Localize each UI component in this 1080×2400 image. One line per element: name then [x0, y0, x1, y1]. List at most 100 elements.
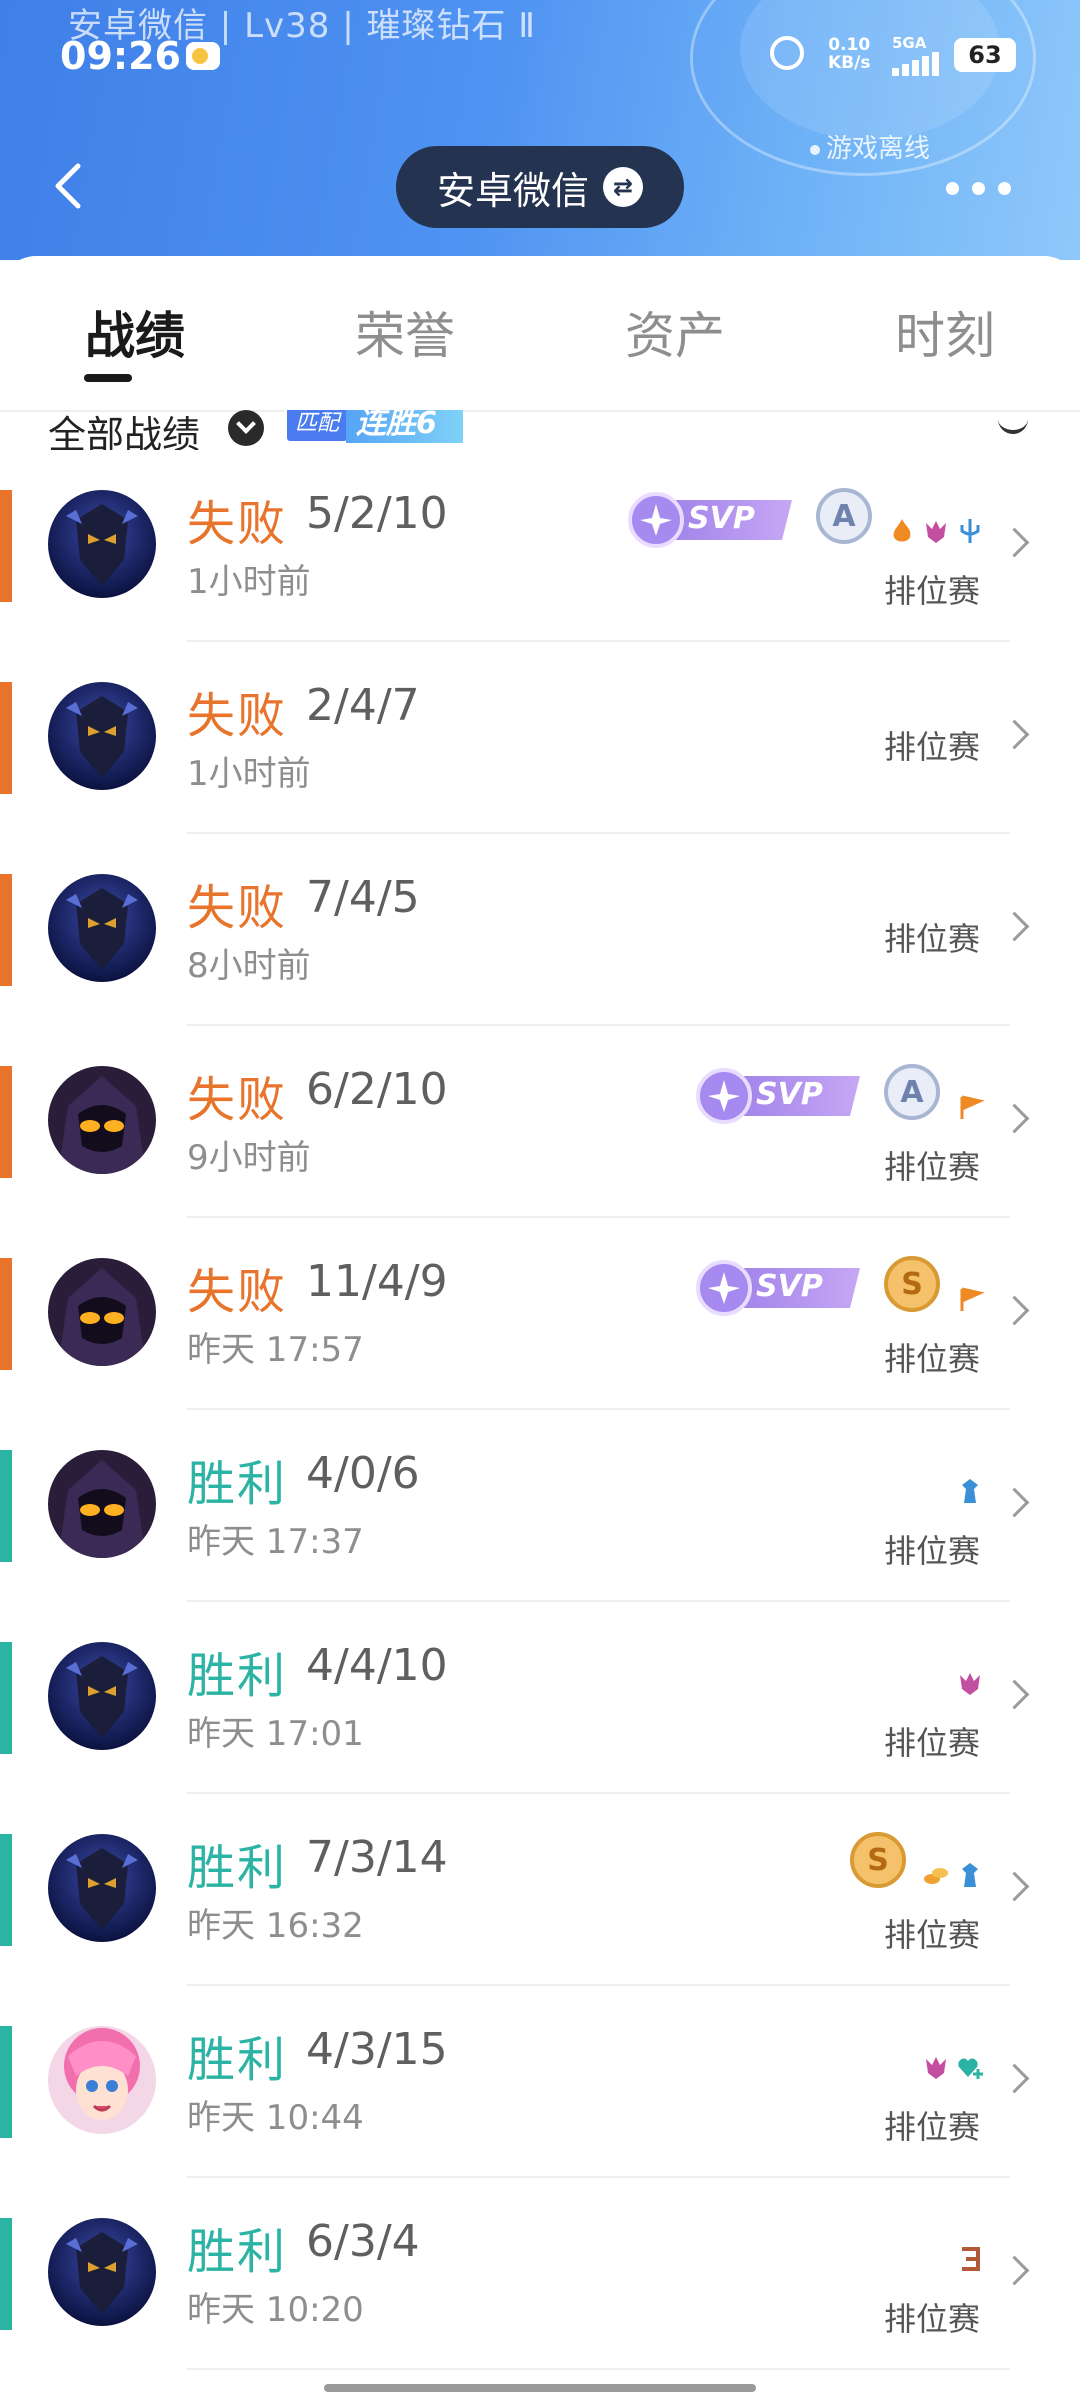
triple-kill-icon — [962, 2247, 980, 2271]
match-row[interactable]: 胜利 4/4/10 昨天 17:01 排位赛 — [0, 1602, 1080, 1794]
hero-avatar — [48, 2218, 156, 2326]
flag-icon — [960, 1095, 984, 1119]
match-row[interactable]: 胜利 4/0/6 昨天 17:37 排位赛 — [0, 1410, 1080, 1602]
kda-score: 5/2/10 — [306, 488, 448, 539]
match-time: 8小时前 — [187, 946, 311, 986]
achievement-icons — [888, 516, 984, 546]
match-time: 9小时前 — [187, 1138, 311, 1178]
swap-icon: ⇄ — [603, 167, 643, 207]
hero-avatar — [48, 1066, 156, 1174]
achievement-icons — [956, 1092, 984, 1122]
match-result: 胜利 — [187, 1648, 288, 1704]
tower-icon — [962, 1863, 978, 1887]
kda-score: 4/4/10 — [306, 1640, 448, 1691]
chevron-right-icon — [999, 2255, 1030, 2286]
result-indicator-bar — [0, 2218, 12, 2330]
tab-assets[interactable]: 资产 — [585, 296, 765, 368]
game-mode: 排位赛 — [884, 1340, 981, 1378]
tab-moments[interactable]: 时刻 — [855, 296, 1035, 368]
demon-icon — [960, 1673, 980, 1695]
match-result: 失败 — [187, 1264, 288, 1320]
match-time: 昨天 17:57 — [187, 1330, 364, 1370]
match-time: 1小时前 — [187, 562, 311, 602]
match-time: 昨天 17:37 — [187, 1522, 364, 1562]
match-row[interactable]: 胜利 7/3/14 昨天 16:32 S 排位赛 — [0, 1794, 1080, 1986]
match-result: 胜利 — [187, 2224, 288, 2280]
match-result: 胜利 — [187, 1456, 288, 1512]
svp-label: SVP — [756, 1077, 823, 1112]
result-indicator-bar — [0, 874, 12, 986]
chevron-right-icon — [999, 911, 1030, 942]
hero-avatar — [48, 1450, 156, 1558]
demon-icon — [926, 2057, 946, 2079]
win-streak-badge: 匹配 连胜6 — [284, 410, 463, 446]
hero-avatar — [48, 1258, 156, 1366]
chevron-right-icon — [999, 1295, 1030, 1326]
result-indicator-bar — [0, 1642, 12, 1754]
match-row[interactable]: 失败 5/2/10 1小时前 A SVP 排位赛 — [0, 450, 1080, 642]
chevron-down-icon[interactable] — [228, 410, 264, 446]
alarm-icon — [770, 36, 804, 70]
match-row[interactable]: 失败 11/4/9 昨天 17:57 S SVP 排位赛 — [0, 1218, 1080, 1410]
kda-score: 7/3/14 — [306, 1832, 448, 1883]
match-time: 昨天 10:20 — [187, 2290, 364, 2330]
tab-active-indicator — [84, 374, 132, 382]
tab-records[interactable]: 战绩 — [45, 296, 225, 368]
rank-s-icon: S — [884, 1256, 940, 1312]
kda-score: 11/4/9 — [306, 1256, 448, 1307]
account-switch-button[interactable]: 安卓微信 ⇄ — [396, 146, 684, 228]
game-mode: 排位赛 — [884, 728, 981, 766]
result-indicator-bar — [0, 1450, 12, 1562]
chevron-right-icon — [999, 1679, 1030, 1710]
back-icon[interactable] — [44, 160, 96, 212]
match-row[interactable]: 失败 2/4/7 1小时前 排位赛 — [0, 642, 1080, 834]
result-indicator-bar — [0, 1834, 12, 1946]
flag-icon — [960, 1287, 984, 1311]
achievement-icons — [956, 1284, 984, 1314]
streak-mode-tag: 匹配 — [284, 410, 351, 444]
game-mode: 排位赛 — [884, 572, 981, 610]
hero-avatar — [48, 874, 156, 982]
match-row[interactable]: 胜利 4/3/15 昨天 10:44 排位赛 — [0, 1986, 1080, 2178]
more-options-icon[interactable] — [946, 178, 1016, 198]
game-mode: 排位赛 — [884, 2108, 981, 2146]
hero-avatar — [48, 1834, 156, 1942]
kda-score: 6/3/4 — [306, 2216, 420, 2267]
svp-badge: SVP — [694, 1068, 864, 1124]
result-indicator-bar — [0, 490, 12, 602]
filter-settings-icon[interactable] — [998, 410, 1028, 434]
network-type: 5GA — [892, 34, 927, 52]
result-indicator-bar — [0, 1258, 12, 1370]
result-indicator-bar — [0, 1066, 12, 1178]
profile-header: 安卓微信 | Lv38 | 璀璨钻石 Ⅱ 09:26 0.10 KB/s 5GA… — [0, 0, 1080, 260]
chevron-right-icon — [999, 2063, 1030, 2094]
match-row[interactable]: 失败 7/4/5 8小时前 排位赛 — [0, 834, 1080, 1026]
chevron-right-icon — [999, 1487, 1030, 1518]
game-status-text: 游戏离线 — [826, 134, 931, 164]
tab-bar: 战绩 荣誉 资产 时刻 — [0, 256, 1080, 410]
chevron-right-icon — [999, 719, 1030, 750]
game-mode: 排位赛 — [884, 1916, 981, 1954]
match-row[interactable]: 胜利 6/3/4 昨天 10:20 排位赛 — [0, 2178, 1080, 2370]
filter-dropdown-label[interactable]: 全部战绩 — [48, 410, 200, 450]
match-time: 昨天 10:44 — [187, 2098, 364, 2138]
match-result: 失败 — [187, 1072, 288, 1128]
tab-honors[interactable]: 荣誉 — [315, 296, 495, 368]
kda-score: 4/3/15 — [306, 2024, 448, 2075]
filter-row: 全部战绩 匹配 连胜6 — [0, 410, 1080, 450]
game-mode: 排位赛 — [884, 920, 981, 958]
tower-icon — [962, 1479, 978, 1503]
match-time: 昨天 16:32 — [187, 1906, 364, 1946]
game-status: 游戏离线 — [810, 128, 930, 165]
match-time: 昨天 17:01 — [187, 1714, 364, 1754]
home-indicator[interactable] — [324, 2384, 756, 2392]
rank-a-icon: A — [884, 1064, 940, 1120]
kda-score: 6/2/10 — [306, 1064, 448, 1115]
chevron-right-icon — [999, 1871, 1030, 1902]
status-dot-icon — [810, 144, 820, 155]
match-result: 失败 — [187, 880, 288, 936]
trident-icon — [960, 519, 980, 543]
kda-score: 4/0/6 — [306, 1448, 420, 1499]
match-row[interactable]: 失败 6/2/10 9小时前 A SVP 排位赛 — [0, 1026, 1080, 1218]
game-mode: 排位赛 — [884, 1724, 981, 1762]
